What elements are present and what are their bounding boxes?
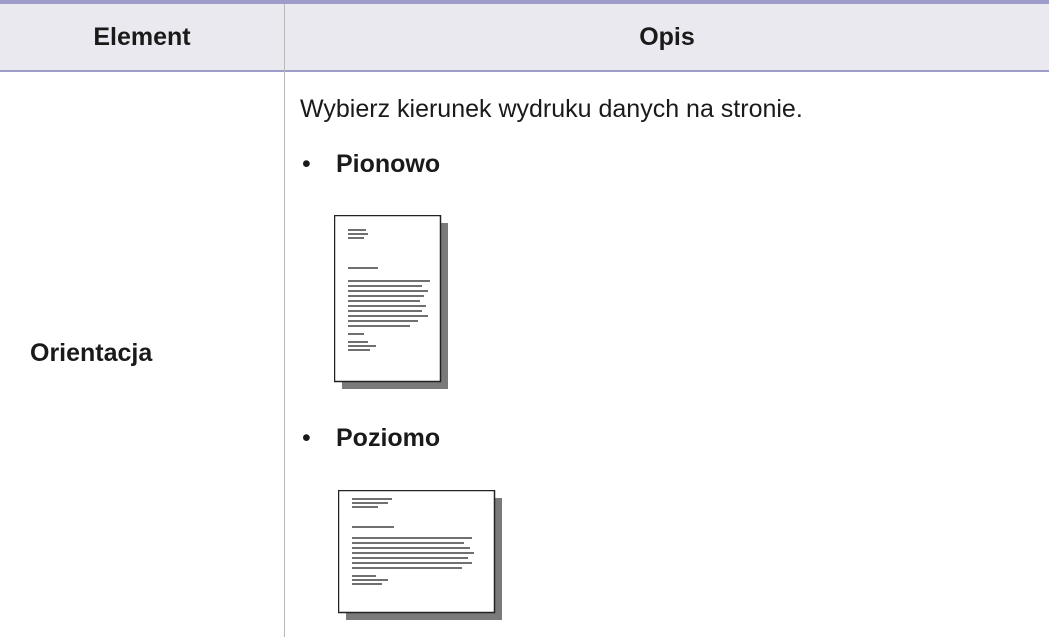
option-landscape-label: Poziomo: [336, 424, 441, 452]
bullet: •: [302, 424, 311, 452]
row-label-orientation: Orientacja: [30, 339, 153, 367]
header-description: Opis: [639, 23, 695, 51]
row-description: Wybierz kierunek wydruku danych na stron…: [300, 95, 803, 123]
option-portrait: • Pionowo: [302, 150, 440, 179]
landscape-page-icon: [338, 490, 504, 622]
option-portrait-label: Pionowo: [336, 150, 441, 178]
column-divider: [284, 4, 285, 637]
portrait-page-icon: [334, 215, 456, 391]
table-header-row: Element Opis: [0, 4, 1049, 72]
bullet: •: [302, 150, 311, 178]
header-element: Element: [93, 23, 191, 51]
option-landscape: • Poziomo: [302, 424, 440, 453]
